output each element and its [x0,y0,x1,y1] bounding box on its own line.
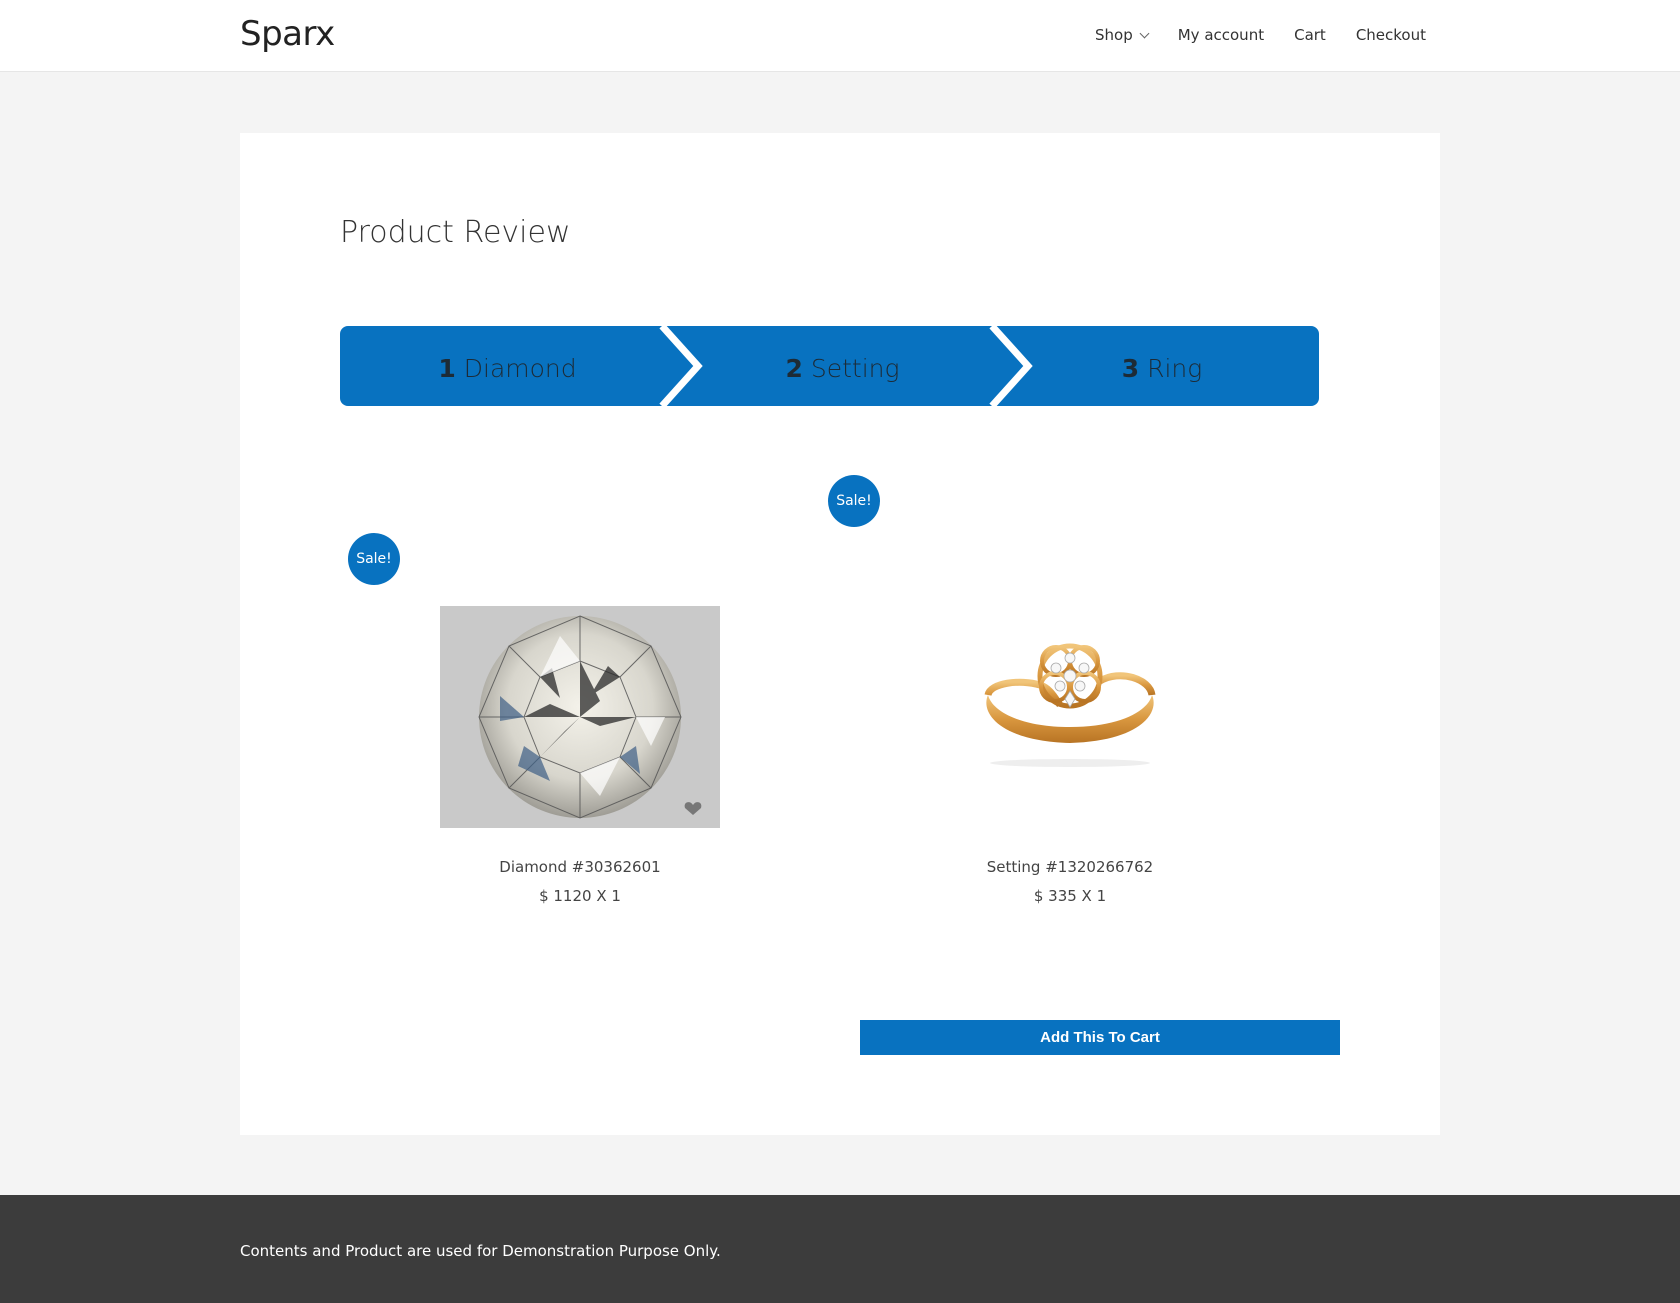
ring-image[interactable] [960,613,1180,773]
step-setting-number: 2 [785,354,803,383]
step-setting-label: Setting [810,354,900,383]
product-price: $ 1120 X 1 [539,887,621,905]
product-name[interactable]: Setting #1320266762 [890,858,1250,876]
nav-shop[interactable]: Shop [1095,26,1150,44]
site-footer: Contents and Product are used for Demons… [0,1195,1680,1303]
add-to-cart-button[interactable]: Add This To Cart [860,1020,1340,1055]
nav-cart[interactable]: Cart [1294,26,1326,44]
page-title: Product Review [340,215,571,250]
product-price: $ 335 X 1 [1033,887,1107,905]
step-setting[interactable]: 2 Setting [675,354,1010,383]
nav-my-account[interactable]: My account [1178,26,1264,44]
nav-cart-label: Cart [1294,26,1326,44]
sale-badge: Sale! [348,533,400,585]
nav-shop-label: Shop [1095,26,1133,44]
footer-text: Contents and Product are used for Demons… [240,1242,721,1260]
nav-checkout[interactable]: Checkout [1356,26,1426,44]
nav-my-account-label: My account [1177,26,1265,44]
step-ring-label: Ring [1147,354,1203,383]
sale-badge: Sale! [828,475,880,527]
step-diamond-number: 1 [438,354,456,383]
site-title[interactable]: Sparx [240,14,335,54]
step-ring-number: 3 [1121,354,1140,383]
steps-bar: 1 Diamond 2 Setting 3 Ring [340,326,1319,406]
main-nav: Shop My account Cart Checkout [1095,26,1426,44]
site-header: Sparx Shop My account Cart Checkout [0,0,1680,72]
step-diamond-label: Diamond [463,354,577,383]
content-card: Product Review 1 Diamond 2 Setting 3 Ring S… [240,133,1440,1135]
step-diamond[interactable]: 1 Diamond [340,354,675,383]
step-ring[interactable]: 3 Ring [1005,354,1319,383]
product-name[interactable]: Diamond #30362601 [440,858,720,876]
diamond-image[interactable] [440,606,720,828]
chevron-down-icon [1139,28,1150,38]
nav-checkout-label: Checkout [1355,26,1426,44]
